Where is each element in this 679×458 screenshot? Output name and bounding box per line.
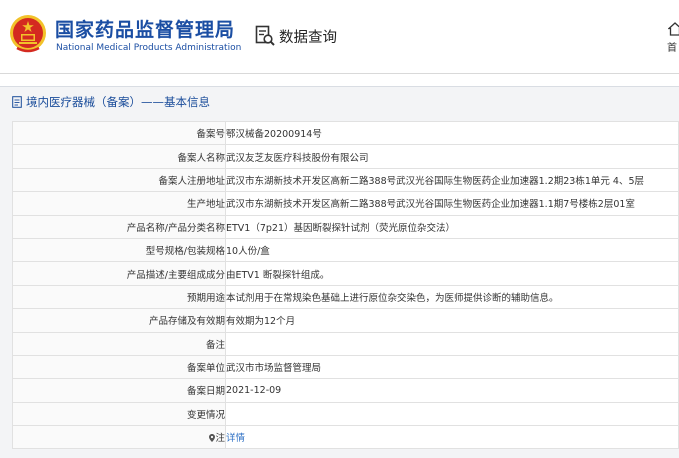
row-label: 备注 <box>12 331 226 356</box>
data-query-button[interactable]: 数据查询 <box>255 22 337 50</box>
row-label: 注 <box>215 433 225 445</box>
table-row: 备注 <box>12 331 679 356</box>
agency-name-cn: 国家药品监督管理局 <box>55 19 236 41</box>
row-label: 生产地址 <box>12 191 226 216</box>
home-label: 首 <box>667 43 677 54</box>
row-label: 备案单位 <box>12 354 226 380</box>
row-label: 备案人名称 <box>12 144 226 169</box>
row-value: ETV1（7p21）基因断裂探针试剂（荧光原位杂交法） <box>225 214 679 239</box>
row-value: 2021-12-09 <box>225 378 679 403</box>
note-label-cell: 注 <box>12 425 226 450</box>
basic-info-panel: 境内医疗器械（备案）——基本信息 备案号 鄂汉械备20200914号 备案人名称… <box>0 86 679 458</box>
row-label: 变更情况 <box>12 401 226 427</box>
home-nav-button[interactable]: 首 <box>664 22 679 60</box>
table-row: 备案号 鄂汉械备20200914号 <box>12 120 679 146</box>
data-query-label: 数据查询 <box>279 29 337 46</box>
detail-link[interactable]: 详情 <box>227 433 246 444</box>
row-value: 武汉市市场监督管理局 <box>225 354 679 380</box>
table-row: 备案单位 武汉市市场监督管理局 <box>12 354 679 380</box>
row-value: 由ETV1 断裂探针组成。 <box>225 261 679 286</box>
row-value: 鄂汉械备20200914号 <box>225 120 679 146</box>
site-header: 国家药品监督管理局 National Medical Products Admi… <box>0 0 679 72</box>
table-row: 注 详情 <box>12 425 679 450</box>
table-row: 备案人注册地址 武汉市东湖新技术开发区高新二路388号武汉光谷国际生物医药企业加… <box>12 167 679 193</box>
row-label: 备案号 <box>12 120 226 146</box>
home-icon <box>668 22 679 36</box>
row-label: 预期用途 <box>12 284 226 310</box>
table-row: 变更情况 <box>12 401 679 427</box>
row-value: 武汉市东湖新技术开发区高新二路388号武汉光谷国际生物医药企业加速器1.2期23… <box>225 167 679 193</box>
row-value <box>225 331 679 356</box>
row-value: 武汉友芝友医疗科技股份有限公司 <box>225 144 679 169</box>
search-document-icon <box>255 25 275 46</box>
document-icon <box>12 96 22 108</box>
national-emblem-icon <box>10 15 46 53</box>
table-row: 产品描述/主要组成成分 由ETV1 断裂探针组成。 <box>12 261 679 286</box>
row-value: 武汉市东湖新技术开发区高新二路388号武汉光谷国际生物医药企业加速器1.1期7号… <box>225 191 679 216</box>
row-label: 产品存储及有效期 <box>12 308 226 333</box>
agency-name-en: National Medical Products Administration <box>56 43 242 53</box>
row-value: 本试剂用于在常规染色基础上进行原位杂交染色，为医师提供诊断的辅助信息。 <box>225 284 679 310</box>
table-row: 备案日期 2021-12-09 <box>12 378 679 403</box>
panel-title: 境内医疗器械（备案）——基本信息 <box>12 94 210 110</box>
row-value: 详情 <box>225 425 679 450</box>
row-label: 备案日期 <box>12 378 226 403</box>
row-label: 产品名称/产品分类名称 <box>12 214 226 239</box>
table-row: 产品存储及有效期 有效期为12个月 <box>12 308 679 333</box>
table-row: 预期用途 本试剂用于在常规染色基础上进行原位杂交染色，为医师提供诊断的辅助信息。 <box>12 284 679 310</box>
table-row: 型号规格/包装规格 10人份/盒 <box>12 237 679 263</box>
row-value: 有效期为12个月 <box>225 308 679 333</box>
row-label: 产品描述/主要组成成分 <box>12 261 226 286</box>
table-row: 生产地址 武汉市东湖新技术开发区高新二路388号武汉光谷国际生物医药企业加速器1… <box>12 191 679 216</box>
row-label: 备案人注册地址 <box>12 167 226 193</box>
header-divider <box>0 73 679 74</box>
row-label: 型号规格/包装规格 <box>12 237 226 263</box>
table-row: 备案人名称 武汉友芝友医疗科技股份有限公司 <box>12 144 679 169</box>
row-value <box>225 401 679 427</box>
table-row: 产品名称/产品分类名称 ETV1（7p21）基因断裂探针试剂（荧光原位杂交法） <box>12 214 679 239</box>
row-value: 10人份/盒 <box>225 237 679 263</box>
info-table: 备案号 鄂汉械备20200914号 备案人名称 武汉友芝友医疗科技股份有限公司 … <box>12 120 679 450</box>
panel-title-text: 境内医疗器械（备案）——基本信息 <box>26 95 210 109</box>
